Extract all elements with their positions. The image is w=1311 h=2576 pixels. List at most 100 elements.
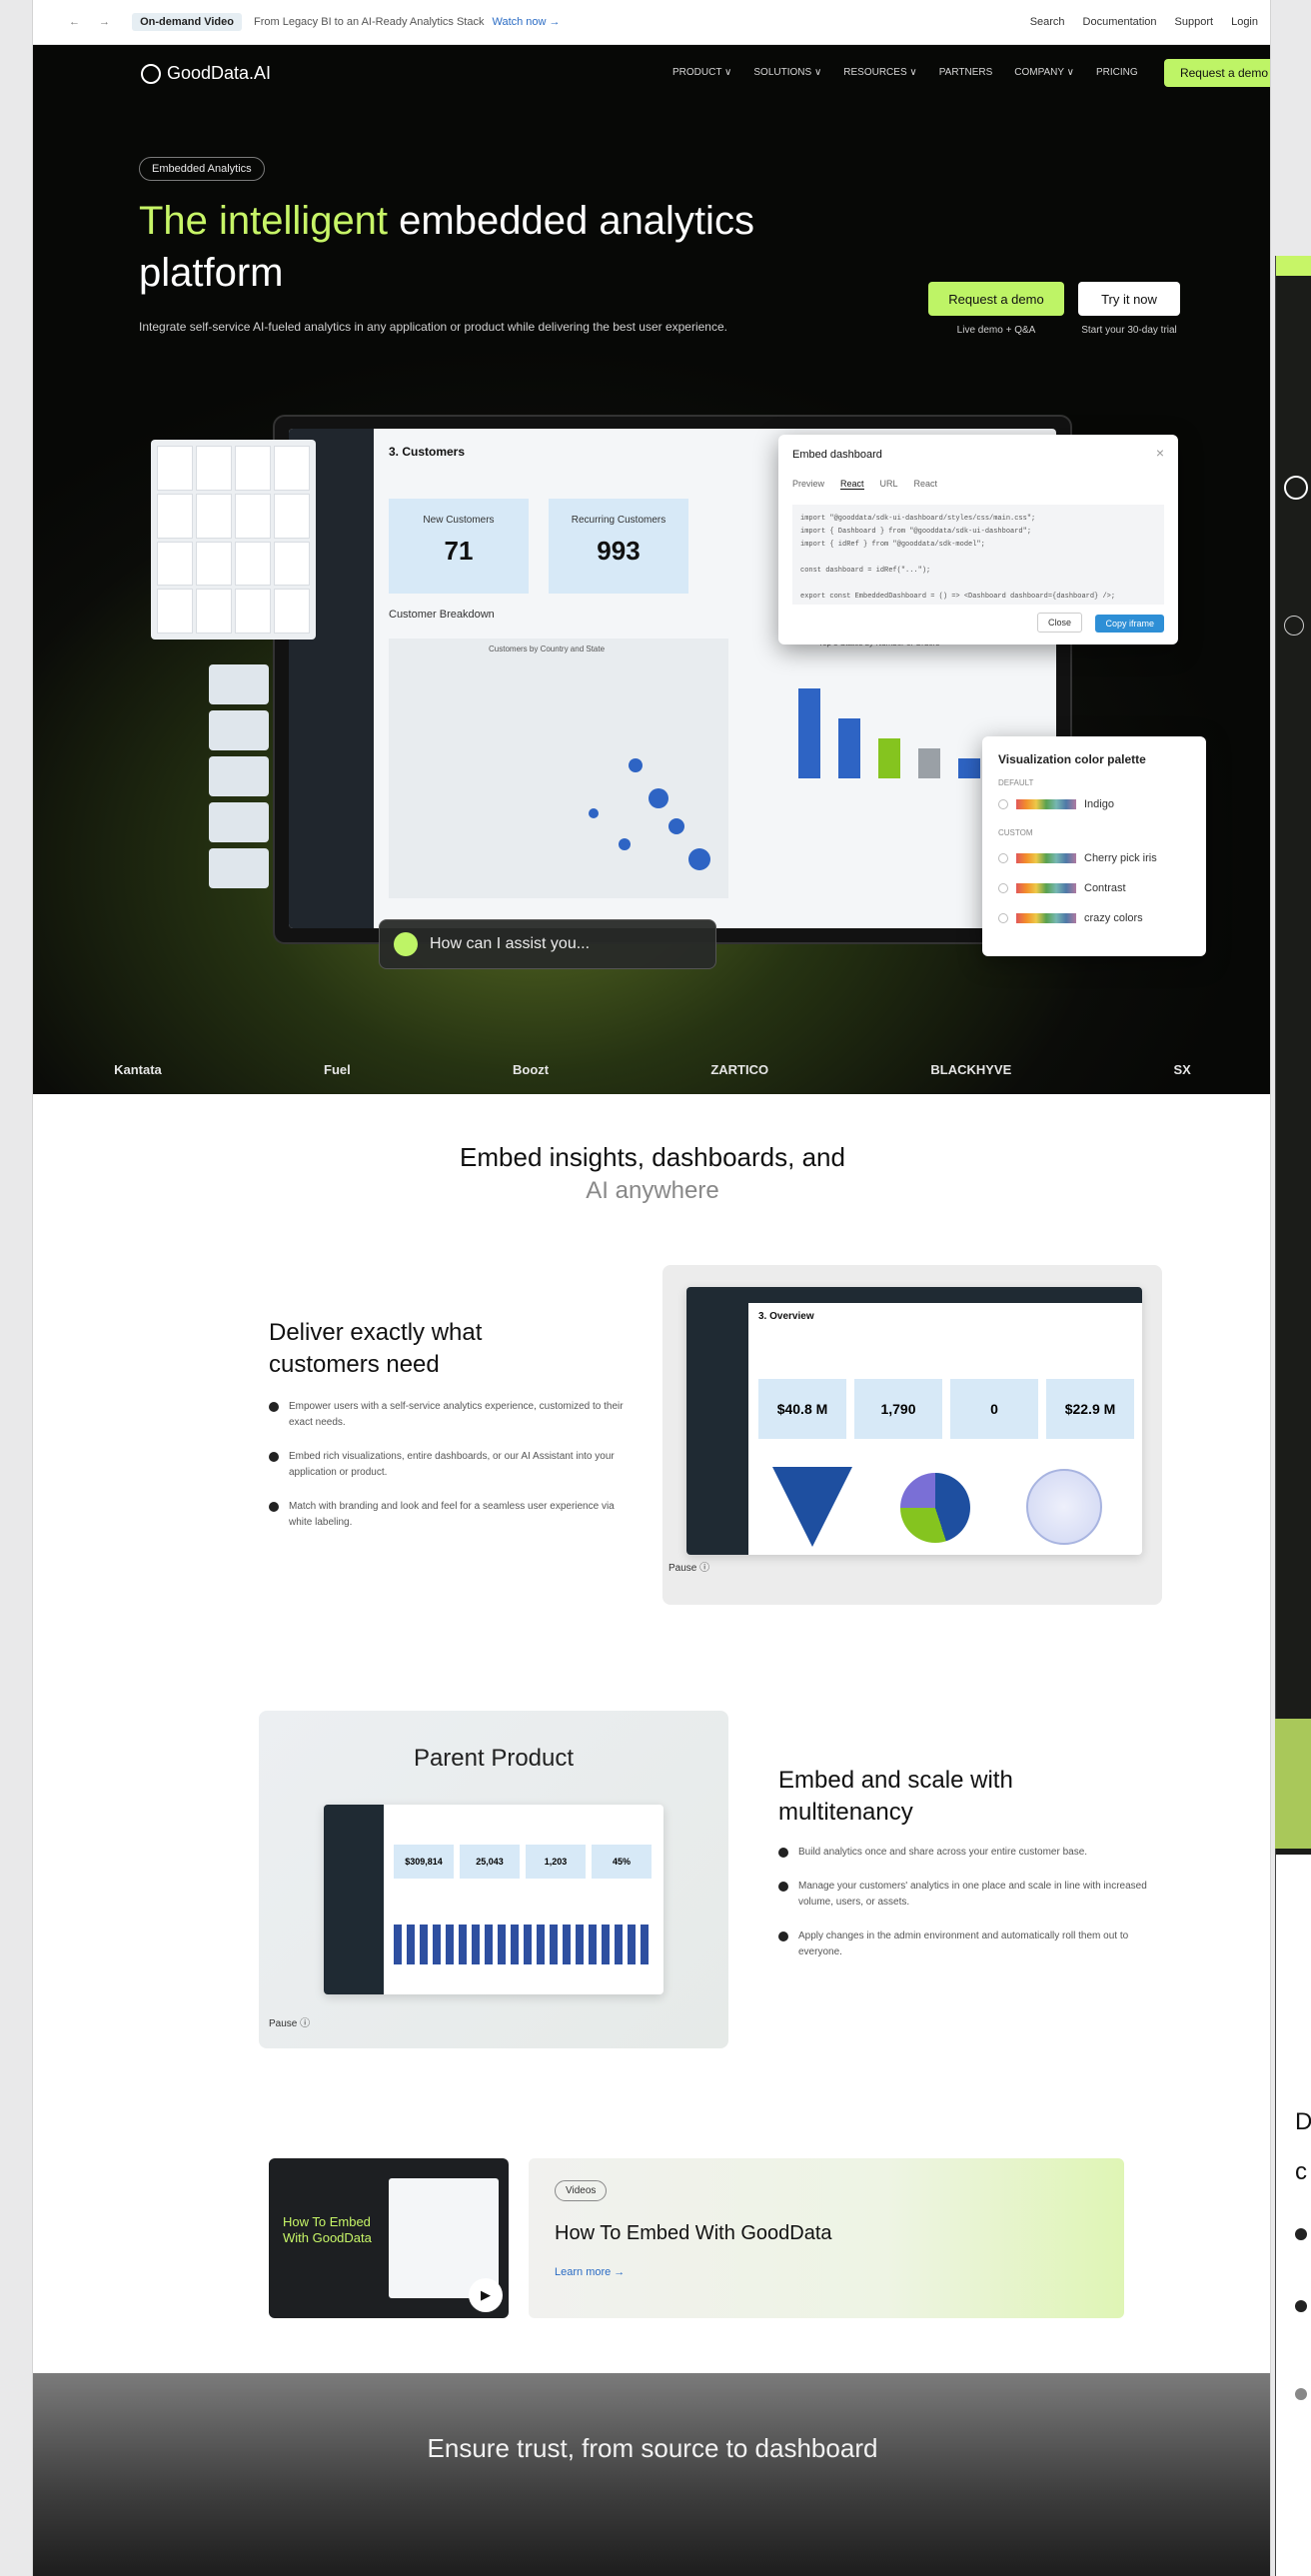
tab-url[interactable]: URL	[880, 479, 898, 490]
video-thumbnail[interactable]: How To Embed With GoodData ▶	[269, 2158, 509, 2318]
palette-option-contrast[interactable]: Contrast	[998, 882, 1126, 894]
kpi-new-customers: New Customers 71	[389, 499, 529, 594]
overlapping-window	[1275, 256, 1311, 1855]
bullet-text: Build analytics once and share across yo…	[798, 1847, 1088, 1858]
history-nav[interactable]: ← →	[69, 16, 118, 28]
kpi-label: Recurring Customers	[571, 515, 666, 526]
palette-title: Visualization color palette	[998, 752, 1146, 766]
header-request-demo-button[interactable]: Request a demo	[1164, 59, 1270, 87]
watch-now-link[interactable]: Watch now →	[492, 16, 560, 28]
video-title: How To Embed With GoodData	[555, 2222, 832, 2244]
nav-partners[interactable]: PARTNERS	[939, 67, 993, 78]
color-palette-popup: Visualization color palette DEFAULT Indi…	[982, 736, 1206, 956]
customer-logos: Kantata Fuel Boozt ZARTICO BLACKHYVE SX	[33, 1044, 1270, 1094]
learn-more-link[interactable]: Learn more →	[555, 2266, 625, 2278]
nav-solutions[interactable]: SOLUTIONS ∨	[753, 67, 821, 78]
tab-react-2[interactable]: React	[914, 479, 938, 490]
feature1-kpi: 0	[950, 1379, 1038, 1439]
check-icon	[778, 1882, 788, 1892]
overlay-green-tab	[1276, 256, 1311, 276]
section-subtitle: AI anywhere	[586, 1177, 719, 1204]
nav-resources[interactable]: RESOURCES ∨	[843, 67, 916, 78]
nav-company[interactable]: COMPANY ∨	[1014, 67, 1074, 78]
main-nav: PRODUCT ∨ SOLUTIONS ∨ RESOURCES ∨ PARTNE…	[672, 67, 1138, 78]
copy-iframe-button[interactable]: Copy iframe	[1095, 615, 1164, 633]
customer-breakdown-title: Customer Breakdown	[389, 609, 495, 621]
embed-code-block[interactable]: import "@gooddata/sdk-ui-dashboard/style…	[792, 505, 1164, 605]
overlay-check-icon	[1295, 2388, 1307, 2400]
overlay-check-icon	[1295, 2300, 1307, 2312]
section-title: Embed insights, dashboards, and	[460, 1142, 845, 1172]
assistant-icon	[394, 932, 418, 956]
feature2-dashboard-shot: $309,814 25,043 1,203 45%	[324, 1805, 663, 1994]
feature2-title: Embed and scale with multitenancy	[778, 1767, 1013, 1826]
hero-lead: Integrate self-service AI-fueled analyti…	[139, 320, 727, 334]
feature1-media-panel: 3. Overview $40.8 M 1,790 0 $22.9 M Paus…	[662, 1265, 1162, 1605]
feature2-bullet: Build analytics once and share across yo…	[778, 1845, 1158, 1861]
bullet-text: Manage your customers' analytics in one …	[798, 1881, 1147, 1908]
palette-option-label: Cherry pick iris	[1084, 852, 1157, 864]
bullet-text: Embed rich visualizations, entire dashbo…	[289, 1451, 615, 1478]
gooddata-logo[interactable]: GoodData.AI	[141, 63, 271, 84]
bullet-text: Empower users with a self-service analyt…	[289, 1401, 624, 1428]
feature1-bullet: Empower users with a self-service analyt…	[269, 1399, 629, 1431]
modal-close-button[interactable]: Close	[1036, 613, 1082, 633]
embed-dashboard-modal: Embed dashboard × Preview React URL Reac…	[778, 435, 1178, 644]
palette-option-crazy[interactable]: crazy colors	[998, 912, 1143, 924]
video-thumb-title: How To Embed With GoodData	[283, 2214, 372, 2245]
announcement-text: From Legacy BI to an AI-Ready Analytics …	[253, 16, 485, 28]
palette-default-label: DEFAULT	[998, 778, 1034, 787]
tab-preview[interactable]: Preview	[792, 479, 824, 490]
video-pill: On-demand Video	[132, 13, 242, 31]
logo-fuel: Fuel	[324, 1061, 351, 1077]
trust-title: Ensure trust, from source to dashboard	[427, 2433, 878, 2463]
documentation-link[interactable]: Documentation	[1083, 16, 1157, 28]
palette-option-indigo[interactable]: Indigo	[998, 798, 1114, 810]
hero-section: GoodData.AI PRODUCT ∨ SOLUTIONS ∨ RESOUR…	[33, 45, 1270, 1094]
chord-chart	[1026, 1469, 1102, 1545]
feature1-kpi: $40.8 M	[758, 1379, 846, 1439]
modal-title: Embed dashboard	[792, 449, 882, 461]
kpi-value: 71	[444, 536, 474, 566]
check-icon	[778, 1848, 788, 1858]
video-card: Videos How To Embed With GoodData Learn …	[529, 2158, 1124, 2318]
trust-section: Ensure trust, from source to dashboard	[33, 2373, 1270, 2576]
hero-title: The intelligent embedded analytics platf…	[139, 195, 858, 299]
visualization-picker[interactable]	[151, 440, 316, 640]
feature1-bullet: Match with branding and look and feel fo…	[269, 1499, 629, 1531]
check-icon	[778, 1932, 788, 1941]
tab-react[interactable]: React	[840, 479, 864, 490]
announcement-bar: ← → On-demand Video From Legacy BI to an…	[33, 0, 1270, 45]
logo-boozt: Boozt	[513, 1061, 550, 1077]
logo-sx: SX	[1173, 1061, 1191, 1077]
dashboard-title: 3. Customers	[389, 445, 466, 459]
search-link[interactable]: Search	[1030, 16, 1065, 28]
overlay-white-panel	[1275, 1855, 1311, 2576]
support-link[interactable]: Support	[1175, 16, 1214, 28]
feature2-pause[interactable]: Pause ⓘ	[269, 2014, 310, 2029]
bullet-text: Apply changes in the admin environment a…	[798, 1931, 1129, 1957]
feature2-kpi: 25,043	[460, 1845, 520, 1879]
pie-chart	[900, 1473, 970, 1543]
feature2-bullets: Build analytics once and share across yo…	[778, 1845, 1158, 1978]
bullet-text: Match with branding and look and feel fo…	[289, 1501, 615, 1528]
close-icon[interactable]: ×	[1156, 445, 1164, 461]
check-icon	[269, 1502, 279, 1512]
overlay-small-circle-icon	[1284, 616, 1304, 636]
hero-request-demo-button[interactable]: Request a demo	[928, 282, 1064, 316]
feature1-title: Deliver exactly what customers need	[269, 1319, 483, 1378]
login-link[interactable]: Login	[1231, 16, 1258, 28]
try-it-now-button[interactable]: Try it now	[1078, 282, 1180, 316]
ai-assistant-bar[interactable]: How can I assist you...	[379, 919, 716, 969]
kpi-value: 993	[597, 536, 641, 566]
overlay-check-icon	[1295, 2228, 1307, 2240]
palette-option-cherry[interactable]: Cherry pick iris	[998, 852, 1157, 864]
nav-pricing[interactable]: PRICING	[1096, 67, 1138, 78]
nav-product[interactable]: PRODUCT ∨	[672, 67, 731, 78]
pause-icon: ⓘ	[699, 1563, 710, 1574]
overlay-circle-icon	[1284, 476, 1308, 500]
feature2-bullet: Apply changes in the admin environment a…	[778, 1929, 1158, 1960]
play-icon[interactable]: ▶	[469, 2278, 503, 2312]
feature1-pause[interactable]: Pause ⓘ	[668, 1559, 709, 1574]
feature1-bullets: Empower users with a self-service analyt…	[269, 1399, 629, 1549]
